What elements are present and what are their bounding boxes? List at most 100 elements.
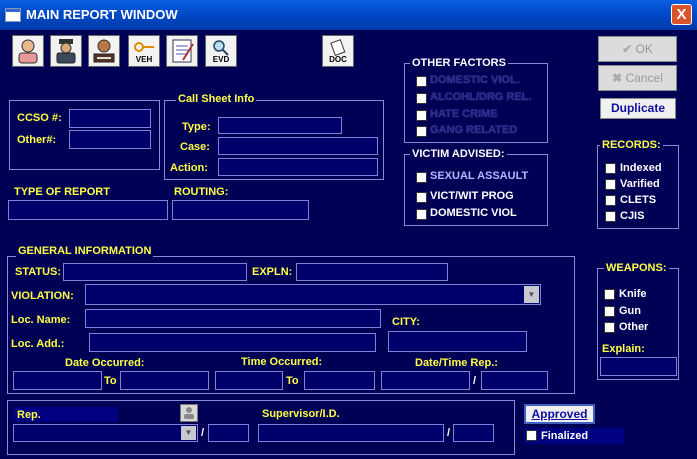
explain-label: Explain: — [602, 343, 645, 355]
notes-icon-button[interactable] — [166, 35, 198, 67]
supervisor-id-input[interactable] — [453, 424, 494, 442]
date-occurred-from-input[interactable] — [13, 371, 102, 390]
victim-domestic-viol-label: DOMESTIC VIOL — [430, 207, 517, 219]
type-of-report-label: TYPE OF REPORT — [14, 186, 110, 198]
supervisor-input[interactable] — [258, 424, 444, 442]
ok-button[interactable]: ✔ OK — [598, 36, 677, 62]
finalized-label: Finalized — [541, 430, 589, 442]
hate-crime-label: HATE CRIME — [430, 108, 498, 120]
officer-icon — [56, 39, 76, 64]
indexed-checkbox[interactable] — [605, 163, 616, 174]
violation-select[interactable]: ▼ — [85, 284, 541, 305]
vehicle-button[interactable]: VEH — [128, 35, 160, 67]
officer-icon-button[interactable] — [50, 35, 82, 67]
expln-label: EXPLN: — [252, 266, 293, 278]
other-factors-title: OTHER FACTORS — [410, 57, 508, 69]
expln-input[interactable] — [296, 263, 448, 281]
loc-name-input[interactable] — [85, 309, 381, 328]
checkmark-icon: ✔ — [622, 42, 633, 56]
varified-label: Varified — [620, 178, 660, 190]
type-label: Type: — [182, 121, 211, 133]
time-rep-input[interactable] — [481, 371, 548, 390]
cancel-button[interactable]: ✖ Cancel — [598, 65, 677, 91]
loc-add-label: Loc. Add.: — [11, 338, 65, 350]
date-time-rep-label: Date/Time Rep.: — [415, 357, 498, 369]
vict-wit-prog-checkbox[interactable] — [416, 192, 427, 203]
ccso-label: CCSO #: — [17, 112, 62, 124]
time-to-label: To — [286, 375, 299, 387]
rep-label: Rep. — [17, 409, 41, 421]
general-information-title: GENERAL INFORMATION — [16, 245, 154, 257]
action-input[interactable] — [218, 158, 378, 176]
time-occurred-label: Time Occurred: — [241, 356, 323, 368]
weapons-title: WEAPONS: — [604, 262, 669, 274]
duplicate-button[interactable]: Duplicate — [600, 98, 676, 119]
date-occurred-to-input[interactable] — [120, 371, 209, 390]
clets-checkbox[interactable] — [605, 195, 616, 206]
call-sheet-title: Call Sheet Info — [176, 93, 257, 105]
knife-label: Knife — [619, 288, 647, 300]
indexed-label: Indexed — [620, 162, 662, 174]
explain-input[interactable] — [600, 357, 677, 376]
cjis-label: CJIS — [620, 210, 645, 222]
alcohol-drug-checkbox[interactable] — [416, 93, 427, 104]
knife-checkbox[interactable] — [604, 289, 615, 300]
violation-label: VIOLATION: — [11, 290, 74, 302]
rep-lookup-button[interactable] — [180, 404, 198, 422]
rep-slash: / — [201, 427, 205, 439]
type-of-report-input[interactable] — [8, 200, 168, 220]
time-occurred-to-input[interactable] — [304, 371, 375, 390]
date-occurred-label: Date Occurred: — [65, 357, 145, 369]
approved-button[interactable]: Approved — [524, 404, 595, 424]
main-report-window: MAIN REPORT WINDOW X VEH EVD DOC ✔ OK ✖ … — [0, 0, 697, 459]
case-input[interactable] — [218, 137, 378, 155]
document-button[interactable]: DOC — [322, 35, 354, 67]
victim-advised-title: VICTIM ADVISED: — [410, 148, 507, 160]
domestic-viol-label: DOMESTIC VIOL. — [430, 74, 520, 86]
sexual-assault-checkbox[interactable] — [416, 172, 427, 183]
supervisor-slash: / — [447, 427, 451, 439]
title-bar[interactable]: MAIN REPORT WINDOW X — [0, 0, 697, 30]
rep-select[interactable]: ▼ — [13, 424, 198, 442]
status-input[interactable] — [63, 263, 247, 281]
other-id-input[interactable] — [69, 130, 151, 149]
rep-chevron-down-icon[interactable]: ▼ — [181, 426, 196, 440]
vict-wit-prog-label: VICT/WIT PROG — [430, 190, 514, 202]
date-rep-input[interactable] — [381, 371, 470, 390]
gun-checkbox[interactable] — [604, 306, 615, 317]
other-id-label: Other#: — [17, 134, 57, 146]
person-lookup-icon — [184, 407, 194, 419]
routing-input[interactable] — [172, 200, 309, 220]
date-to-label: To — [104, 375, 117, 387]
window-icon — [5, 8, 21, 22]
vehicle-button-label: VEH — [135, 55, 153, 64]
action-label: Action: — [170, 162, 208, 174]
gang-related-checkbox[interactable] — [416, 126, 427, 137]
notepad-icon — [172, 39, 194, 63]
chevron-down-icon[interactable]: ▼ — [524, 286, 539, 303]
varified-checkbox[interactable] — [605, 179, 616, 190]
evidence-button-label: EVD — [212, 55, 230, 64]
hate-crime-checkbox[interactable] — [416, 110, 427, 121]
supervisor-label: Supervisor/I.D. — [262, 408, 340, 420]
time-occurred-from-input[interactable] — [215, 371, 283, 390]
victim-domestic-viol-checkbox[interactable] — [416, 209, 427, 220]
evidence-button[interactable]: EVD — [205, 35, 237, 67]
type-input[interactable] — [218, 117, 342, 134]
ccso-input[interactable] — [69, 109, 151, 128]
suspect-icon — [93, 39, 115, 63]
loc-add-input[interactable] — [89, 333, 376, 352]
close-button[interactable]: X — [671, 4, 692, 25]
other-weapon-checkbox[interactable] — [604, 322, 615, 333]
finalized-checkbox[interactable] — [526, 430, 537, 441]
domestic-viol-checkbox[interactable] — [416, 76, 427, 87]
rep-id-input[interactable] — [208, 424, 249, 442]
records-title: RECORDS: — [600, 139, 663, 151]
ok-button-label: OK — [635, 42, 653, 56]
alcohol-drug-label: ALCOHL/DRG REL. — [430, 91, 532, 103]
city-input[interactable] — [388, 331, 527, 352]
suspect-icon-button[interactable] — [88, 35, 120, 67]
sexual-assault-label: SEXUAL ASSAULT — [430, 170, 529, 182]
person-icon-button[interactable] — [12, 35, 44, 67]
cjis-checkbox[interactable] — [605, 211, 616, 222]
